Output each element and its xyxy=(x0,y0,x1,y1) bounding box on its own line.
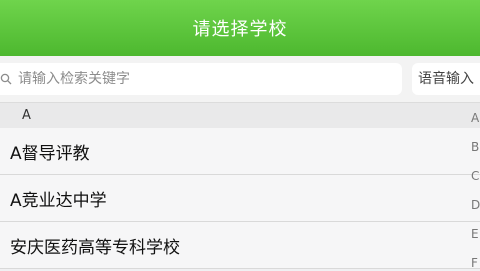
search-input[interactable] xyxy=(18,71,378,87)
index-letter[interactable]: D xyxy=(466,195,480,224)
page-title: 请选择学校 xyxy=(192,19,288,40)
index-letter[interactable]: A xyxy=(466,108,480,137)
index-letter[interactable]: B xyxy=(466,137,480,166)
school-list: A督导评教 A竞业达中学 安庆医药高等专科学校 xyxy=(0,128,480,269)
search-icon xyxy=(0,72,14,86)
list-item[interactable]: A督导评教 xyxy=(0,128,480,175)
alphabet-index[interactable]: A B C D E F xyxy=(466,108,480,271)
section-header-a: A xyxy=(0,102,480,128)
list-item[interactable]: 安庆医药高等专科学校 xyxy=(0,222,480,269)
index-letter[interactable]: E xyxy=(466,224,480,253)
app-header: 请选择学校 xyxy=(0,0,480,56)
index-letter[interactable]: C xyxy=(466,166,480,195)
search-bar: 语音输入 xyxy=(0,56,480,102)
index-letter[interactable]: F xyxy=(466,253,480,271)
section-letter: A xyxy=(22,108,31,123)
list-item[interactable]: A竞业达中学 xyxy=(0,175,480,222)
voice-input-button[interactable]: 语音输入 xyxy=(412,63,480,95)
search-box[interactable] xyxy=(0,63,402,95)
